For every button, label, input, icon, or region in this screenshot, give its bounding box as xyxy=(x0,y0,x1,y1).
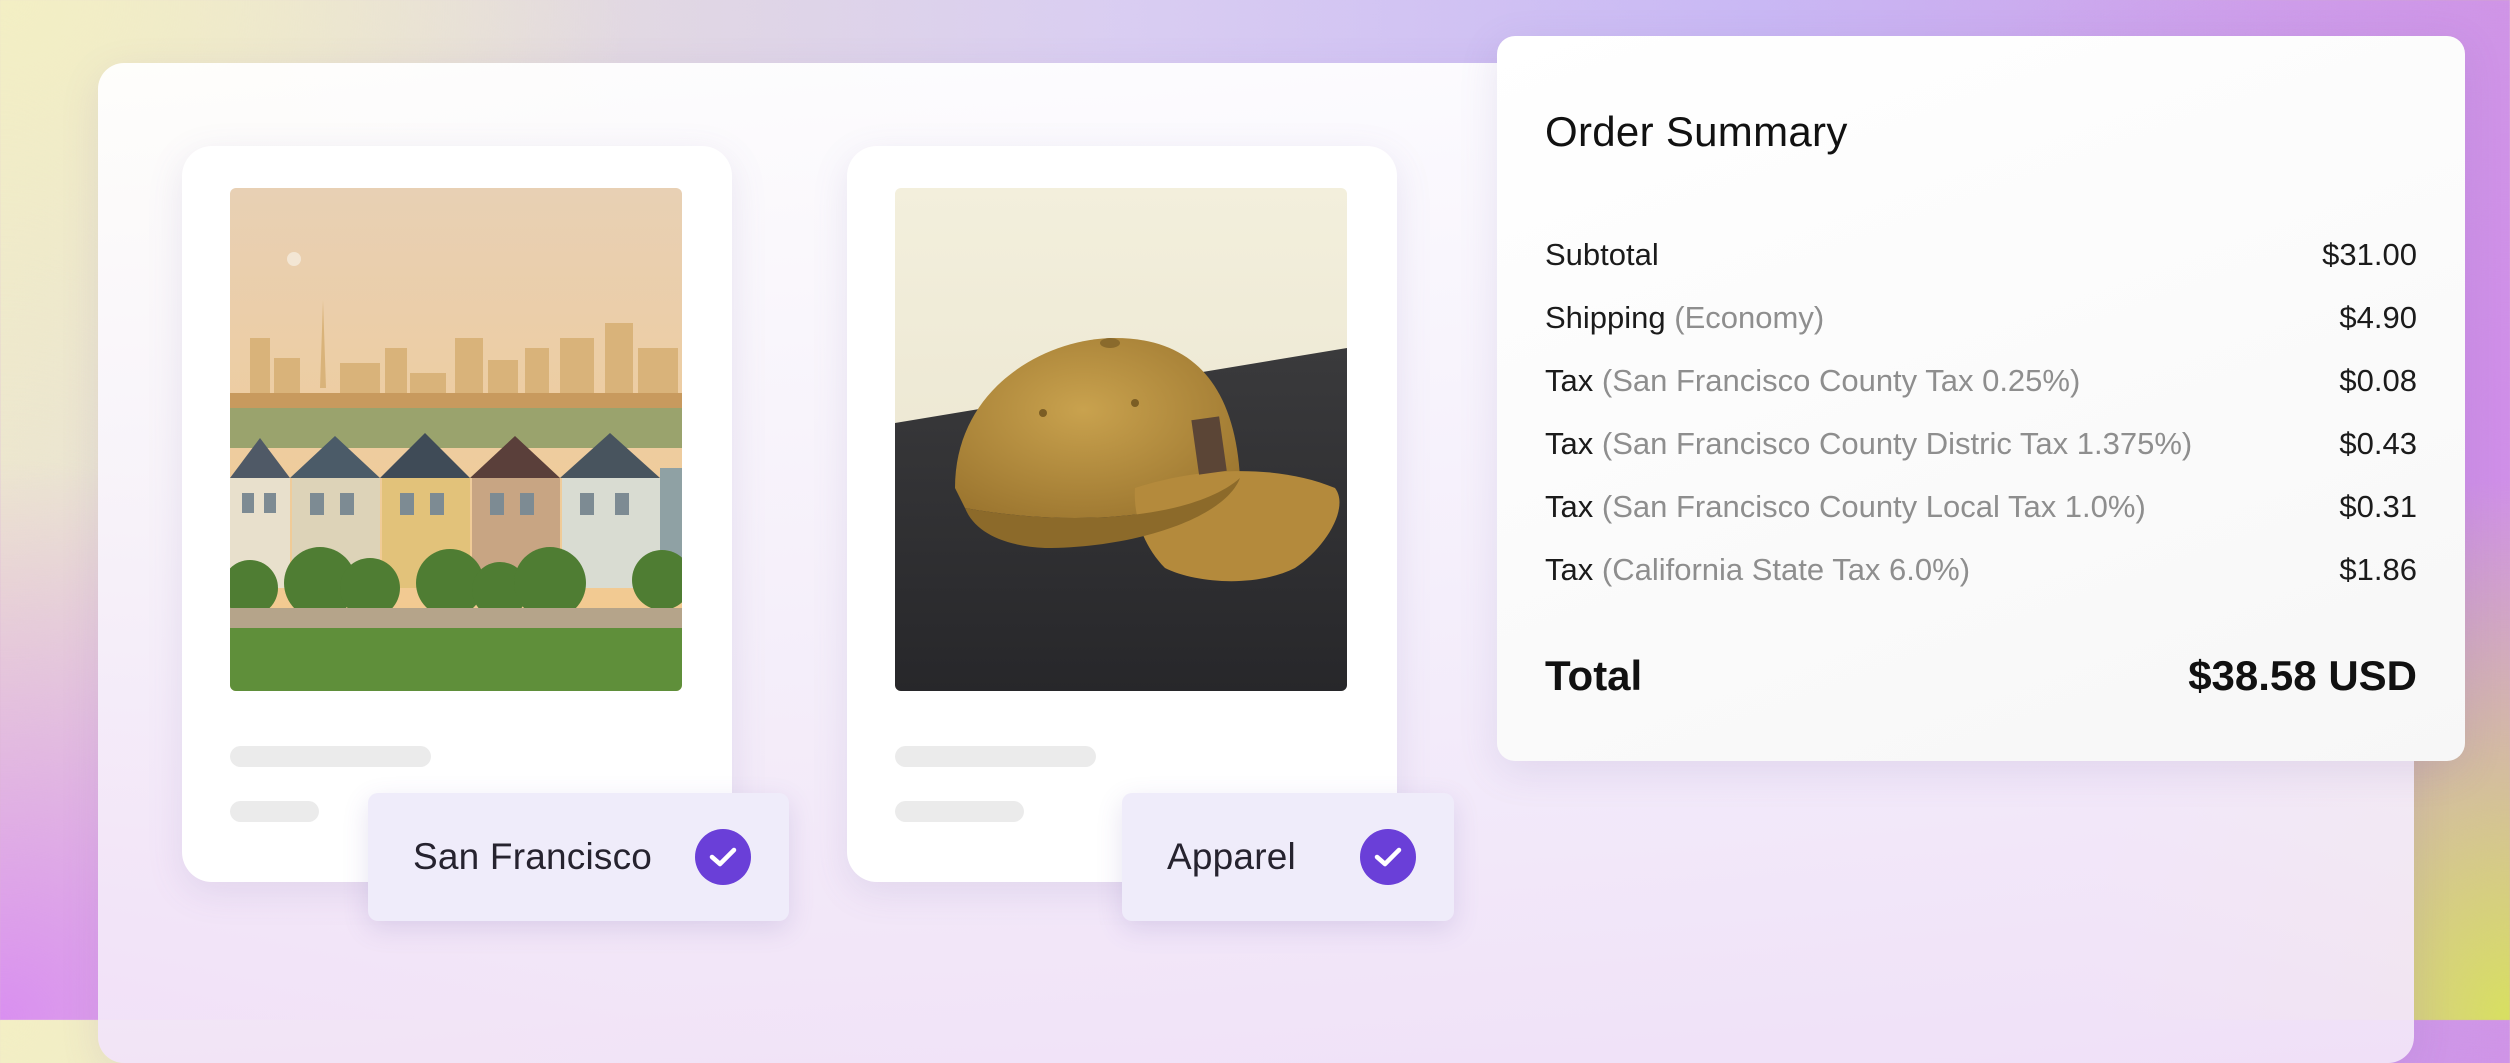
checkmark-icon xyxy=(1360,829,1416,885)
category-chip-san-francisco[interactable]: San Francisco xyxy=(368,793,789,921)
row-amount: $4.90 xyxy=(2339,300,2417,335)
row-amount: $0.43 xyxy=(2339,426,2417,461)
row-label: Tax xyxy=(1545,489,1594,524)
row-label: Tax xyxy=(1545,552,1594,587)
row-note: (San Francisco County Tax 0.25%) xyxy=(1601,363,2081,398)
subtotal-row: Subtotal $31.00 xyxy=(1545,235,2417,275)
product-card-san-francisco[interactable] xyxy=(182,146,732,882)
total-label: Total xyxy=(1545,652,1643,699)
row-label: Shipping xyxy=(1545,300,1666,335)
total-row: Total $38.58 USD xyxy=(1545,648,2417,704)
product-card-apparel[interactable] xyxy=(847,146,1397,882)
price-placeholder xyxy=(230,801,319,822)
painted-ladies-photo xyxy=(230,188,682,691)
row-amount: $0.08 xyxy=(2339,363,2417,398)
tax-row: Tax (San Francisco County Distric Tax 1.… xyxy=(1545,424,2417,464)
row-note: (San Francisco County Local Tax 1.0%) xyxy=(1601,489,2146,524)
total-amount: $38.58 USD xyxy=(2188,652,2417,699)
row-amount: $31.00 xyxy=(2322,237,2417,272)
tax-row: Tax (San Francisco County Local Tax 1.0%… xyxy=(1545,487,2417,527)
summary-title: Order Summary xyxy=(1545,108,1848,155)
row-note: (San Francisco County Distric Tax 1.375%… xyxy=(1601,426,2193,461)
title-placeholder xyxy=(895,746,1096,767)
cap-photo xyxy=(895,188,1347,691)
tax-row: Tax (San Francisco County Tax 0.25%) $0.… xyxy=(1545,361,2417,401)
checkmark-icon xyxy=(695,829,751,885)
row-label: Tax xyxy=(1545,363,1594,398)
row-amount: $1.86 xyxy=(2339,552,2417,587)
row-note: (Economy) xyxy=(1674,300,1825,335)
chip-label: Apparel xyxy=(1167,836,1296,877)
title-placeholder xyxy=(230,746,431,767)
order-summary-card: Order Summary Subtotal $31.00 Shipping (… xyxy=(1497,36,2465,761)
row-label: Subtotal xyxy=(1545,237,1659,272)
chip-label: San Francisco xyxy=(413,836,653,877)
tax-row: Tax (California State Tax 6.0%) $1.86 xyxy=(1545,550,2417,590)
category-chip-apparel[interactable]: Apparel xyxy=(1122,793,1454,921)
price-placeholder xyxy=(895,801,1024,822)
row-amount: $0.31 xyxy=(2339,489,2417,524)
shipping-row: Shipping (Economy) $4.90 xyxy=(1545,298,2417,338)
row-note: (California State Tax 6.0%) xyxy=(1601,552,1971,587)
row-label: Tax xyxy=(1545,426,1594,461)
